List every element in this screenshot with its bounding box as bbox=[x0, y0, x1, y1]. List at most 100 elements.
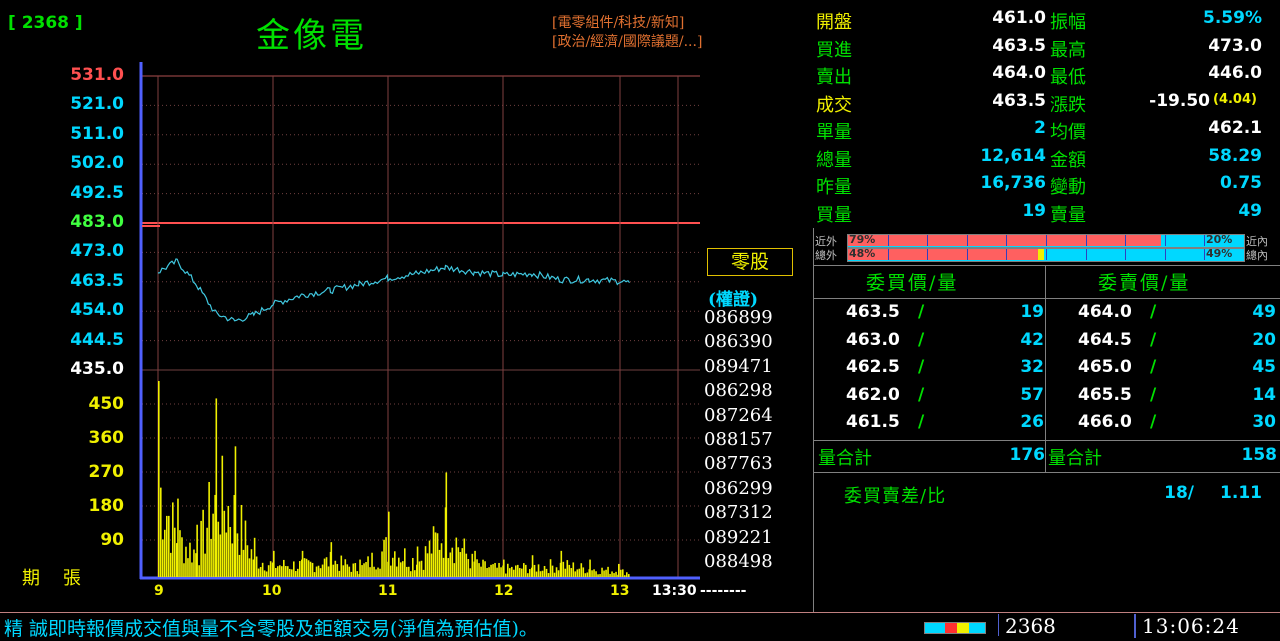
bid-price[interactable]: 463.5 bbox=[846, 302, 900, 322]
bid-price[interactable]: 463.0 bbox=[846, 330, 900, 350]
bid-qty[interactable]: 26 bbox=[980, 412, 1044, 432]
warrant-code-item[interactable]: 089471 bbox=[704, 356, 773, 377]
quote-value: 12,614 bbox=[980, 145, 1046, 166]
volume-bar bbox=[313, 572, 316, 577]
volume-bar bbox=[422, 569, 425, 577]
volume-bar bbox=[576, 569, 579, 577]
volume-bar bbox=[185, 546, 187, 577]
volume-bar bbox=[303, 558, 306, 577]
status-stock-code[interactable]: 2368 bbox=[998, 614, 1135, 638]
volume-bar bbox=[551, 565, 554, 577]
volume-bar bbox=[564, 568, 567, 577]
ask-price[interactable]: 464.0 bbox=[1078, 302, 1132, 322]
odd-lot-button[interactable]: 零股 bbox=[707, 248, 793, 276]
warrant-code-item[interactable]: 088498 bbox=[704, 551, 773, 572]
spread-ratio: 1.11 bbox=[1220, 483, 1262, 503]
price-tick-label: 463.5 bbox=[70, 270, 124, 291]
volume-bar bbox=[557, 570, 560, 577]
ratio-segment bbox=[927, 235, 929, 246]
ask-qty[interactable]: 20 bbox=[1210, 330, 1276, 350]
ask-qty[interactable]: 45 bbox=[1210, 357, 1276, 377]
price-tick-label: 502.0 bbox=[70, 153, 124, 174]
ask-qty[interactable]: 30 bbox=[1210, 412, 1276, 432]
volume-bar bbox=[206, 527, 208, 577]
ask-price[interactable]: 466.0 bbox=[1078, 412, 1132, 432]
bid-qty[interactable]: 19 bbox=[980, 302, 1044, 322]
warrant-code-item[interactable]: 087312 bbox=[704, 502, 773, 523]
ask-qty[interactable]: 49 bbox=[1210, 302, 1276, 322]
ask-price[interactable]: 465.5 bbox=[1078, 385, 1132, 405]
bid-qty[interactable]: 32 bbox=[980, 357, 1044, 377]
volume-bar bbox=[549, 559, 552, 577]
spread-label: 委買賣差/比 bbox=[844, 486, 947, 507]
ask-separator[interactable]: / bbox=[1150, 385, 1156, 405]
price-tick-label: 444.5 bbox=[70, 329, 124, 350]
volume-bar bbox=[404, 548, 406, 577]
ratio-right-pct: 20% bbox=[1206, 233, 1233, 246]
ratio-left-pct: 48% bbox=[849, 247, 876, 260]
volume-bar bbox=[191, 562, 193, 577]
volume-bar bbox=[517, 564, 519, 577]
ratio-segment bbox=[966, 235, 968, 246]
volume-bar bbox=[560, 550, 563, 577]
volume-bar bbox=[212, 513, 214, 577]
quote-value: 462.1 bbox=[1208, 118, 1262, 138]
ratio-segment bbox=[1164, 249, 1166, 260]
bid-separator[interactable]: / bbox=[918, 385, 924, 405]
quote-label: 開盤 bbox=[816, 12, 852, 33]
bid-separator[interactable]: / bbox=[918, 330, 924, 350]
volume-bar bbox=[574, 571, 577, 577]
ask-separator[interactable]: / bbox=[1150, 302, 1156, 322]
volume-bar bbox=[273, 550, 275, 577]
bid-separator[interactable]: / bbox=[918, 357, 924, 377]
bid-qty[interactable]: 57 bbox=[980, 385, 1044, 405]
volume-bar bbox=[246, 545, 249, 577]
quote-label: 成交 bbox=[816, 94, 852, 116]
bid-qty[interactable]: 42 bbox=[980, 330, 1044, 350]
volume-bar bbox=[455, 537, 458, 577]
bid-price[interactable]: 462.0 bbox=[846, 385, 900, 405]
panel-divider bbox=[813, 228, 814, 612]
bid-price[interactable]: 461.5 bbox=[846, 412, 900, 432]
warrant-code-item[interactable]: 086299 bbox=[704, 478, 773, 499]
quote-value: 5.59% bbox=[1203, 8, 1262, 28]
quote-label: 買進 bbox=[816, 39, 852, 61]
warrant-code-item[interactable]: 086298 bbox=[704, 380, 773, 401]
bid-price[interactable]: 462.5 bbox=[846, 357, 900, 377]
volume-bar bbox=[562, 561, 565, 577]
ask-price[interactable]: 464.5 bbox=[1078, 330, 1132, 350]
volume-bar bbox=[229, 527, 232, 577]
volume-bar bbox=[287, 566, 289, 577]
volume-bar bbox=[626, 572, 628, 577]
volume-bar bbox=[231, 543, 234, 577]
ask-separator[interactable]: / bbox=[1150, 357, 1156, 377]
ratio-left-label: 總外 bbox=[815, 249, 837, 262]
bid-separator[interactable]: / bbox=[918, 302, 924, 322]
ask-header: 委賣價/量 bbox=[1098, 272, 1191, 294]
volume-bar bbox=[248, 558, 251, 577]
volume-bar bbox=[234, 446, 237, 577]
volume-bar bbox=[371, 552, 373, 577]
warrant-code-item[interactable]: 086390 bbox=[704, 331, 773, 352]
volume-bar bbox=[385, 537, 387, 577]
warrant-code-item[interactable]: 087763 bbox=[704, 453, 773, 474]
volume-bar bbox=[255, 556, 258, 577]
ask-price[interactable]: 465.0 bbox=[1078, 357, 1132, 377]
volume-bar bbox=[525, 564, 527, 577]
volume-bar bbox=[434, 532, 437, 577]
volume-bar bbox=[365, 562, 367, 577]
warrant-code-item[interactable]: 087264 bbox=[704, 405, 773, 426]
bid-separator[interactable]: / bbox=[918, 412, 924, 432]
volume-bar bbox=[244, 520, 247, 577]
orderbook-total-line bbox=[813, 440, 1280, 441]
volume-bar bbox=[277, 566, 279, 577]
ask-qty[interactable]: 14 bbox=[1210, 385, 1276, 405]
volume-bar bbox=[400, 562, 402, 577]
volume-bar bbox=[584, 573, 587, 577]
warrant-code-item[interactable]: 088157 bbox=[704, 429, 773, 450]
volume-bar bbox=[469, 568, 472, 577]
warrant-code-item[interactable]: 086899 bbox=[704, 307, 773, 328]
ask-separator[interactable]: / bbox=[1150, 412, 1156, 432]
ask-separator[interactable]: / bbox=[1150, 330, 1156, 350]
warrant-code-item[interactable]: 089221 bbox=[704, 527, 773, 548]
